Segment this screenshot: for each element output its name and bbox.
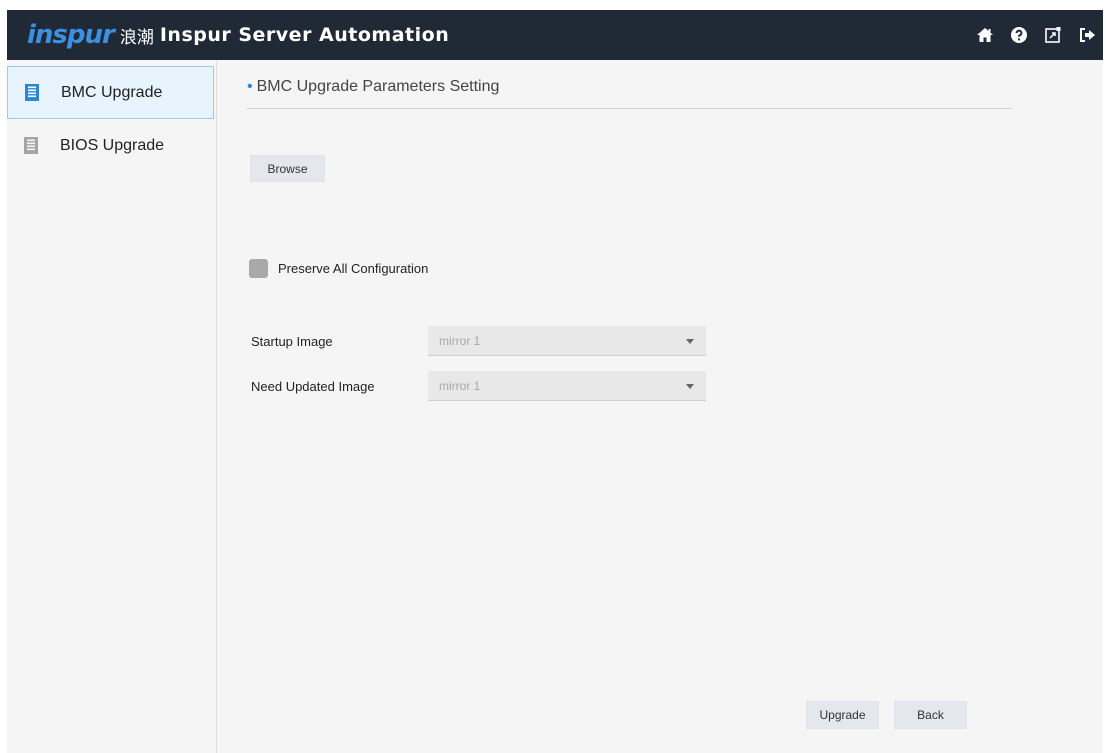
preserve-config-checkbox[interactable] [249,259,268,278]
main-content: • BMC Upgrade Parameters Setting Browse P… [218,60,1103,753]
sidebar-item-label: BMC Upgrade [61,83,163,101]
section-title-text: BMC Upgrade Parameters Setting [256,78,500,95]
inspur-logo: inspur [27,20,115,50]
brand-chinese-name: 浪潮 [119,27,154,48]
preserve-config-row: Preserve All Configuration [249,259,428,278]
need-updated-image-value: mirror 1 [439,378,481,393]
logout-icon[interactable] [1077,25,1097,45]
export-icon[interactable] [1043,25,1063,45]
upgrade-button[interactable]: Upgrade [806,701,879,729]
brand: inspur 浪潮 Inspur Server Automation [27,10,449,60]
server-module-icon [24,137,38,154]
sidebar-item-label: BIOS Upgrade [60,136,165,154]
preserve-config-label: Preserve All Configuration [278,261,429,276]
app-frame: inspur 浪潮 Inspur Server Automation BMC U… [7,10,1103,753]
bullet-dot: • [247,78,253,95]
sidebar-item-bmc-upgrade[interactable]: BMC Upgrade [7,66,214,119]
header-actions [975,10,1097,60]
startup-image-label: Startup Image [251,334,333,349]
back-button[interactable]: Back [894,701,967,729]
startup-image-value: mirror 1 [439,333,481,348]
chevron-down-icon [686,339,694,344]
need-updated-image-select[interactable]: mirror 1 [428,371,706,401]
browse-button[interactable]: Browse [250,155,325,182]
help-icon[interactable] [1009,25,1029,45]
need-updated-image-label: Need Updated Image [251,379,375,394]
section-title: • BMC Upgrade Parameters Setting [247,78,1012,109]
sidebar: BMC Upgrade BIOS Upgrade [7,60,217,753]
startup-image-select[interactable]: mirror 1 [428,326,706,356]
app-title: Inspur Server Automation [159,24,450,46]
chevron-down-icon [686,384,694,389]
server-module-icon [25,84,39,101]
sidebar-item-bios-upgrade[interactable]: BIOS Upgrade [7,119,214,172]
home-icon[interactable] [975,25,995,45]
top-bar: inspur 浪潮 Inspur Server Automation [7,10,1103,60]
